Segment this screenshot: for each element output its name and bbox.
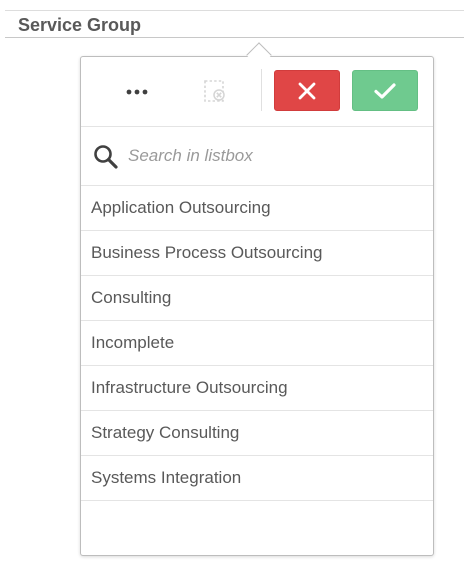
- list-item[interactable]: Incomplete: [81, 321, 433, 366]
- more-options-button[interactable]: [112, 72, 162, 112]
- close-icon: [298, 82, 316, 99]
- field-header[interactable]: Service Group: [5, 10, 464, 38]
- field-title: Service Group: [18, 15, 142, 35]
- list-item[interactable]: Business Process Outsourcing: [81, 231, 433, 276]
- cancel-selection-button[interactable]: [274, 70, 340, 111]
- check-icon: [374, 82, 396, 99]
- listbox-toolbar: [81, 57, 433, 127]
- list-item[interactable]: Application Outsourcing: [81, 186, 433, 231]
- more-horizontal-icon: [126, 89, 148, 95]
- clear-selections-button[interactable]: [196, 72, 234, 112]
- list-item[interactable]: Systems Integration: [81, 456, 433, 501]
- search-row: [81, 127, 433, 186]
- listbox-popover: Application Outsourcing Business Process…: [80, 56, 434, 556]
- toolbar-divider: [261, 69, 262, 111]
- page: Service Group Search in listbox Applicat…: [0, 0, 464, 571]
- search-input[interactable]: [128, 141, 408, 171]
- list-item[interactable]: Strategy Consulting: [81, 411, 433, 456]
- search-icon: [94, 145, 118, 169]
- clear-selection-icon: [204, 80, 225, 102]
- list-item[interactable]: Consulting: [81, 276, 433, 321]
- listbox-items: Application Outsourcing Business Process…: [81, 186, 433, 501]
- confirm-selection-button[interactable]: [352, 70, 418, 111]
- list-item[interactable]: Infrastructure Outsourcing: [81, 366, 433, 411]
